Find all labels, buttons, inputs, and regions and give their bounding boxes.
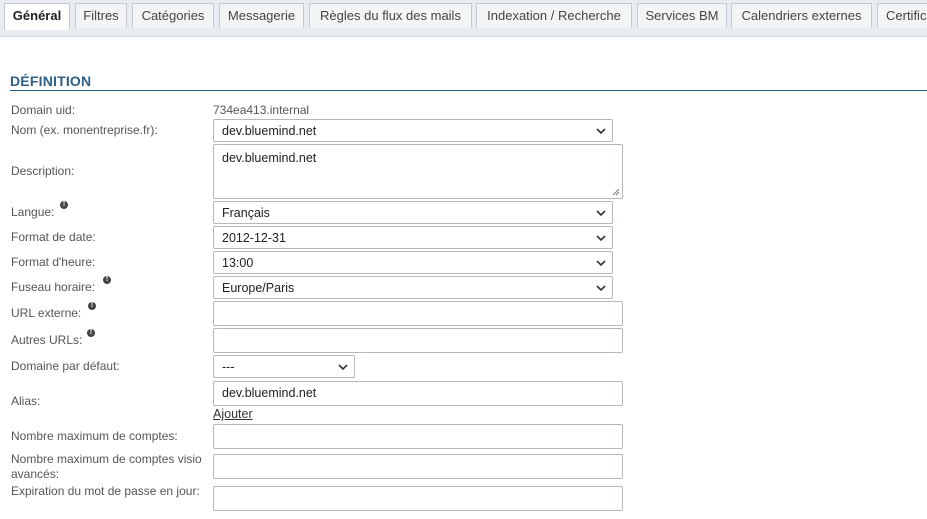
info-icon: ! bbox=[87, 329, 95, 337]
info-icon: ! bbox=[60, 201, 68, 209]
add-alias-link[interactable]: Ajouter bbox=[213, 407, 253, 421]
other-urls-label: Autres URLs: bbox=[11, 333, 83, 347]
default-domain-label: Domaine par défaut: bbox=[11, 359, 120, 373]
max-accounts-input[interactable] bbox=[213, 424, 623, 449]
password-expiration-label: Expiration du mot de passe en jour: bbox=[11, 484, 200, 498]
language-select[interactable]: Français bbox=[213, 201, 613, 224]
external-url-input[interactable] bbox=[213, 301, 623, 326]
date-format-select-value: 2012-12-31 bbox=[222, 231, 286, 245]
info-icon: ! bbox=[103, 276, 111, 284]
name-select[interactable]: dev.bluemind.net bbox=[213, 119, 613, 142]
name-label: Nom (ex. monentreprise.fr): bbox=[11, 123, 158, 137]
tab-general[interactable]: Général bbox=[4, 3, 70, 30]
time-format-label: Format d'heure: bbox=[11, 255, 96, 269]
name-select-value: dev.bluemind.net bbox=[222, 124, 317, 138]
domain-uid-value: 734ea413.internal bbox=[213, 103, 310, 117]
chevron-down-icon bbox=[596, 285, 606, 292]
section-divider bbox=[10, 90, 927, 91]
max-visio-accounts-label: Nombre maximum de comptes visio avancés: bbox=[11, 452, 202, 481]
timezone-label: Fuseau horaire: bbox=[11, 280, 96, 294]
tab-calendriers-externes[interactable]: Calendriers externes bbox=[731, 3, 872, 28]
language-select-value: Français bbox=[222, 206, 270, 220]
max-accounts-label: Nombre maximum de comptes: bbox=[11, 429, 178, 443]
tab-bar: Général Filtres Catégories Messagerie Rè… bbox=[0, 0, 927, 37]
tab-filtres[interactable]: Filtres bbox=[75, 3, 127, 28]
timezone-select[interactable]: Europe/Paris bbox=[213, 276, 613, 299]
description-label: Description: bbox=[11, 164, 75, 178]
chevron-down-icon bbox=[596, 210, 606, 217]
chevron-down-icon bbox=[596, 235, 606, 242]
tab-regles-flux-mails[interactable]: Règles du flux des mails bbox=[309, 3, 472, 28]
default-domain-select-value: --- bbox=[222, 360, 235, 374]
chevron-down-icon bbox=[596, 128, 606, 135]
domain-uid-label: Domain uid: bbox=[11, 103, 76, 117]
description-value: dev.bluemind.net bbox=[222, 151, 317, 165]
tab-services-bm[interactable]: Services BM bbox=[637, 3, 727, 28]
tab-certificats[interactable]: Certific bbox=[877, 3, 927, 28]
external-url-label: URL externe: bbox=[11, 306, 82, 320]
other-urls-input[interactable] bbox=[213, 328, 623, 353]
timezone-select-value: Europe/Paris bbox=[222, 281, 295, 295]
tab-messagerie[interactable]: Messagerie bbox=[219, 3, 304, 28]
max-visio-accounts-input[interactable] bbox=[213, 454, 623, 479]
description-textarea[interactable]: dev.bluemind.net bbox=[213, 144, 623, 199]
chevron-down-icon bbox=[338, 364, 348, 371]
chevron-down-icon bbox=[596, 260, 606, 267]
password-expiration-input[interactable] bbox=[213, 486, 623, 511]
time-format-select-value: 13:00 bbox=[222, 256, 254, 270]
info-icon: ! bbox=[88, 302, 96, 310]
alias-input[interactable]: dev.bluemind.net bbox=[213, 381, 623, 406]
alias-label: Alias: bbox=[11, 394, 41, 408]
section-title: DÉFINITION bbox=[10, 73, 92, 89]
resize-grip-icon[interactable] bbox=[612, 188, 620, 196]
tab-categories[interactable]: Catégories bbox=[132, 3, 214, 28]
language-label: Langue: bbox=[11, 205, 55, 219]
time-format-select[interactable]: 13:00 bbox=[213, 251, 613, 274]
date-format-label: Format de date: bbox=[11, 230, 96, 244]
tab-indexation-recherche[interactable]: Indexation / Recherche bbox=[476, 3, 632, 28]
date-format-select[interactable]: 2012-12-31 bbox=[213, 226, 613, 249]
default-domain-select[interactable]: --- bbox=[213, 355, 355, 378]
